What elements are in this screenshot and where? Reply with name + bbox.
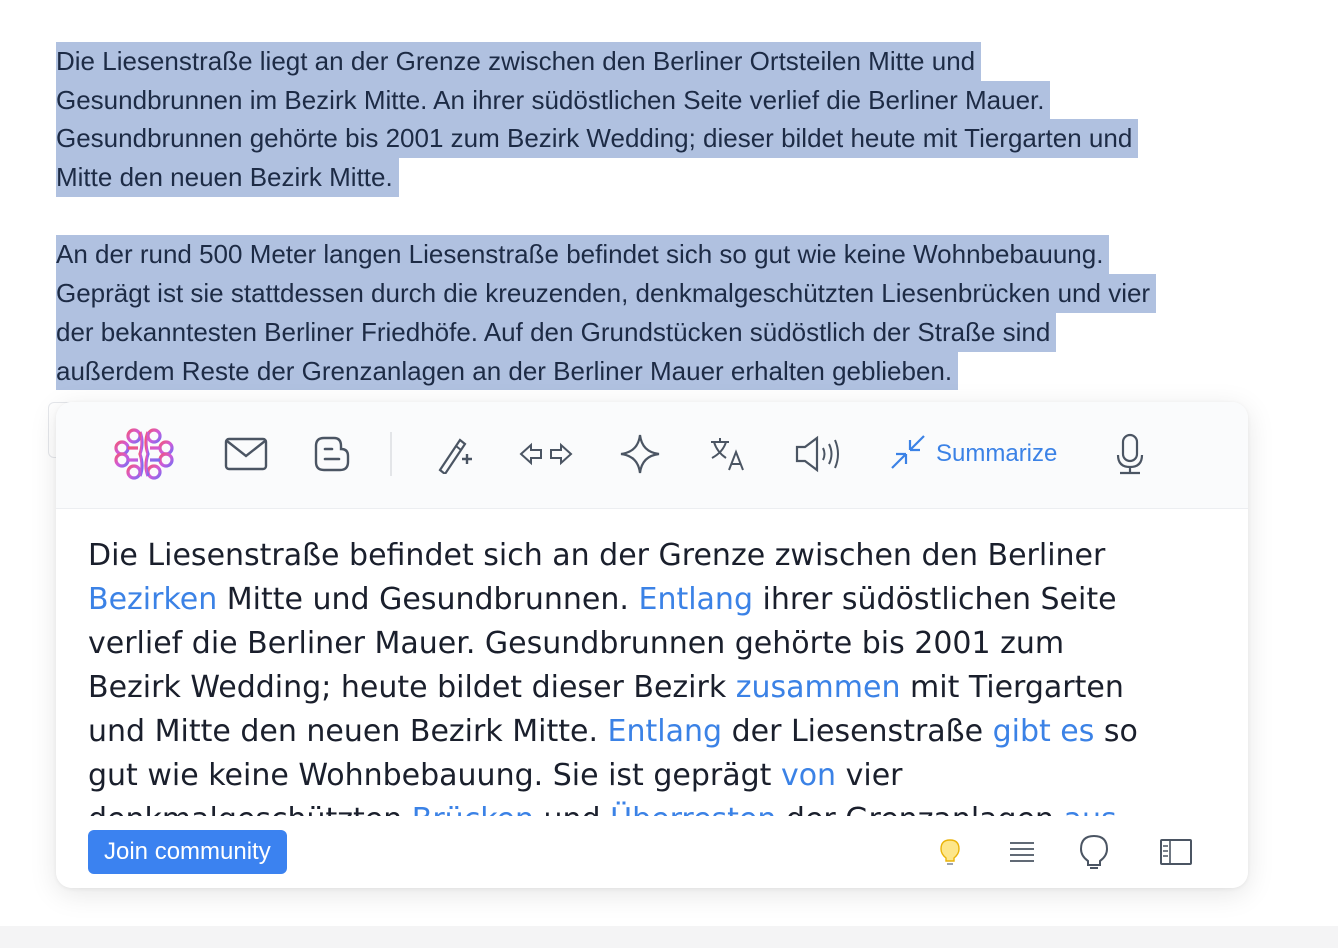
summary-text-span: der Liesenstraße xyxy=(722,714,993,749)
speaker-icon[interactable] xyxy=(794,430,842,478)
summarize-button[interactable]: Summarize xyxy=(888,430,1057,478)
lightbulb-on-icon[interactable] xyxy=(932,834,968,870)
text-align-icon[interactable] xyxy=(1004,834,1040,870)
article-line-text: Gesundbrunnen gehörte bis 2001 zum Bezir… xyxy=(56,119,1139,159)
summarize-icon xyxy=(888,432,928,477)
article-line-text: Gesundbrunnen im Bezirk Mitte. An ihrer … xyxy=(56,80,1051,120)
microphone-icon[interactable] xyxy=(1112,430,1148,478)
summary-highlight-word[interactable]: aus xyxy=(1064,802,1117,816)
arrows-left-right-icon[interactable] xyxy=(518,430,574,478)
article-line: An der rund 500 Meter langen Liesenstraß… xyxy=(56,235,1316,275)
article-line: außerdem Reste der Grenzanlagen an der B… xyxy=(56,351,1316,391)
summary-highlight-word[interactable]: Brücken xyxy=(412,802,534,816)
article-blank-line xyxy=(56,197,1316,236)
lightbulb-outline-icon[interactable] xyxy=(1076,834,1112,870)
toolbar-divider xyxy=(390,432,392,476)
summary-highlight-word[interactable]: Überresten xyxy=(610,802,776,816)
article-line: Mitte den neuen Bezirk Mitte. xyxy=(56,158,1316,197)
join-community-button[interactable]: Join community xyxy=(88,830,287,874)
sparkle-icon[interactable] xyxy=(618,430,662,478)
summary-highlight-word[interactable]: gibt es xyxy=(993,714,1095,749)
article-line: Gesundbrunnen gehörte bis 2001 zum Bezir… xyxy=(56,119,1316,159)
article-line-text: Mitte den neuen Bezirk Mitte. xyxy=(56,158,399,197)
sidebar-panel-icon[interactable] xyxy=(1158,834,1194,870)
summary-text-span: und xyxy=(534,802,610,816)
magic-wand-icon[interactable] xyxy=(432,430,476,478)
summary-highlight-word[interactable]: Bezirken xyxy=(88,582,217,617)
translate-icon[interactable] xyxy=(708,430,748,478)
summary-highlight-word[interactable]: Entlang xyxy=(638,582,753,617)
mail-icon[interactable] xyxy=(222,430,270,478)
summary-text-span: Mitte und Gesundbrunnen. xyxy=(217,582,639,617)
article-line-text: außerdem Reste der Grenzanlagen an der B… xyxy=(56,351,959,391)
assistant-toolbar: Summarize xyxy=(56,402,1248,509)
summary-text-span: Die Liesenstraße befindet sich an der Gr… xyxy=(88,538,1106,573)
article-line: der bekanntesten Berliner Friedhöfe. Auf… xyxy=(56,312,1316,352)
article-line-text: An der rund 500 Meter langen Liesenstraß… xyxy=(56,235,1110,275)
summary-highlight-word[interactable]: von xyxy=(781,758,836,793)
summary-highlight-word[interactable]: zusammen xyxy=(736,670,901,705)
assistant-popup: Summarize Die Liesenstraße befindet sich… xyxy=(56,402,1248,888)
article-line: Die Liesenstraße liegt an der Grenze zwi… xyxy=(56,42,1316,81)
article-line-text: Die Liesenstraße liegt an der Grenze zwi… xyxy=(56,42,982,81)
article-line-text: Geprägt ist sie stattdessen durch die kr… xyxy=(56,274,1157,313)
brain-logo-icon[interactable] xyxy=(108,428,180,480)
selected-article-text: Die Liesenstraße liegt an der Grenze zwi… xyxy=(56,42,1316,391)
blogger-icon[interactable] xyxy=(312,430,352,478)
page-bottom-strip xyxy=(0,926,1338,948)
article-line-text: der bekanntesten Berliner Friedhöfe. Auf… xyxy=(56,312,1057,352)
article-line: Geprägt ist sie stattdessen durch die kr… xyxy=(56,274,1316,313)
article-line: Gesundbrunnen im Bezirk Mitte. An ihrer … xyxy=(56,80,1316,120)
summary-highlight-word[interactable]: Entlang xyxy=(608,714,723,749)
summarize-label: Summarize xyxy=(936,440,1058,467)
summary-text-span: der Grenzanlagen xyxy=(776,802,1063,816)
summary-result-text: Die Liesenstraße befindet sich an der Gr… xyxy=(88,534,1148,816)
